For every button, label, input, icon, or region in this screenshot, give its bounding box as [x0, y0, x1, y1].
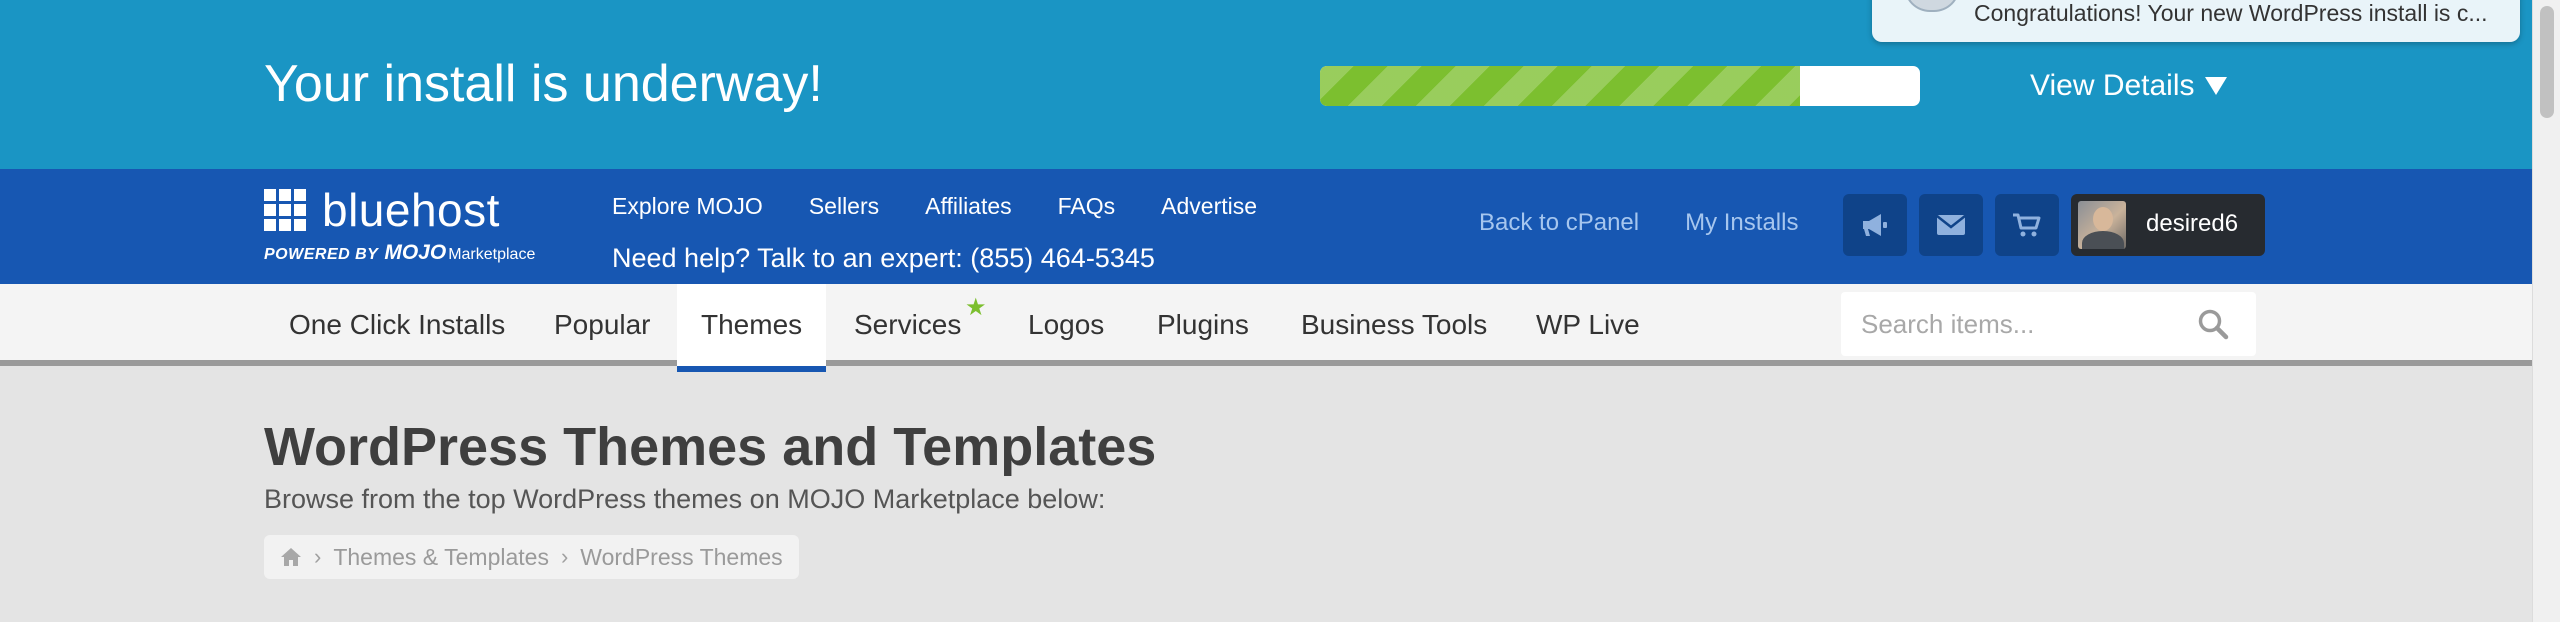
search-box	[1841, 292, 2256, 356]
notification-icon	[1904, 0, 1960, 12]
top-nav: Explore MOJO Sellers Affiliates FAQs Adv…	[612, 193, 1257, 220]
caret-down-icon	[2204, 77, 2227, 95]
nav-explore-mojo[interactable]: Explore MOJO	[612, 193, 763, 220]
tab-popular[interactable]: Popular	[529, 284, 676, 366]
account-links: Back to cPanel My Installs	[1479, 209, 1798, 237]
messages-button[interactable]	[1919, 194, 1983, 256]
category-nav: One Click Installs Popular Themes Servic…	[0, 284, 2532, 372]
tab-services[interactable]: Services	[829, 284, 986, 366]
cart-icon	[2013, 213, 2041, 237]
username: desired6	[2146, 210, 2239, 237]
view-details-label: View Details	[2030, 69, 2195, 102]
nav-affiliates[interactable]: Affiliates	[925, 193, 1012, 220]
help-phone-text[interactable]: Need help? Talk to an expert: (855) 464-…	[612, 243, 1155, 274]
scrollbar-thumb[interactable]	[2540, 6, 2554, 118]
install-progress-bar	[1320, 66, 1920, 106]
install-title: Your install is underway!	[264, 55, 823, 113]
breadcrumb-separator: ›	[560, 544, 569, 569]
user-menu-button[interactable]: desired6	[2071, 194, 2265, 256]
tab-wp-live[interactable]: WP Live	[1511, 284, 1665, 366]
search-input[interactable]	[1841, 292, 2181, 356]
nav-sellers[interactable]: Sellers	[809, 193, 879, 220]
tab-business-tools[interactable]: Business Tools	[1276, 284, 1512, 366]
site-header: bluehost POWERED BY MOJO Marketplace Explo…	[0, 169, 2532, 284]
nav-faqs[interactable]: FAQs	[1058, 193, 1116, 220]
scrollbar[interactable]	[2532, 0, 2560, 622]
nav-advertise[interactable]: Advertise	[1161, 193, 1257, 220]
logo-wordmark: bluehost	[322, 184, 500, 236]
breadcrumb-separator: ›	[314, 544, 322, 569]
tab-logos[interactable]: Logos	[1004, 284, 1128, 366]
tab-themes[interactable]: Themes	[677, 284, 827, 372]
page-subtitle: Browse from the top WordPress themes on …	[264, 484, 1106, 514]
home-icon[interactable]	[280, 547, 302, 567]
logo-grid-icon	[264, 189, 306, 231]
featured-star-icon: ★	[965, 294, 987, 321]
search-icon[interactable]	[2197, 308, 2229, 340]
logo-tagline: POWERED BY MOJO Marketplace	[264, 241, 536, 264]
announcements-button[interactable]	[1843, 194, 1907, 256]
page-title: WordPress Themes and Templates	[264, 417, 1157, 477]
breadcrumb-wordpress-themes: WordPress Themes	[580, 543, 783, 570]
bluehost-logo[interactable]: bluehost POWERED BY MOJO Marketplace	[264, 184, 564, 267]
cart-button[interactable]	[1995, 194, 2059, 256]
avatar	[2078, 201, 2126, 249]
megaphone-icon	[1863, 214, 1887, 236]
back-to-cpanel-link[interactable]: Back to cPanel	[1479, 209, 1639, 237]
my-installs-link[interactable]: My Installs	[1685, 209, 1798, 237]
breadcrumb-themes-templates[interactable]: Themes & Templates	[333, 544, 549, 571]
envelope-icon	[1936, 215, 1966, 235]
tab-one-click-installs[interactable]: One Click Installs	[264, 284, 530, 366]
breadcrumb: › Themes & Templates › WordPress Themes	[264, 535, 799, 579]
view-details-button[interactable]: View Details	[2030, 64, 2227, 108]
notification-toast[interactable]: Congratulations! Your new WordPress inst…	[1872, 0, 2520, 42]
tab-plugins[interactable]: Plugins	[1132, 284, 1274, 366]
install-progress-fill	[1320, 66, 1800, 106]
notification-text: Congratulations! Your new WordPress inst…	[1974, 0, 2488, 26]
